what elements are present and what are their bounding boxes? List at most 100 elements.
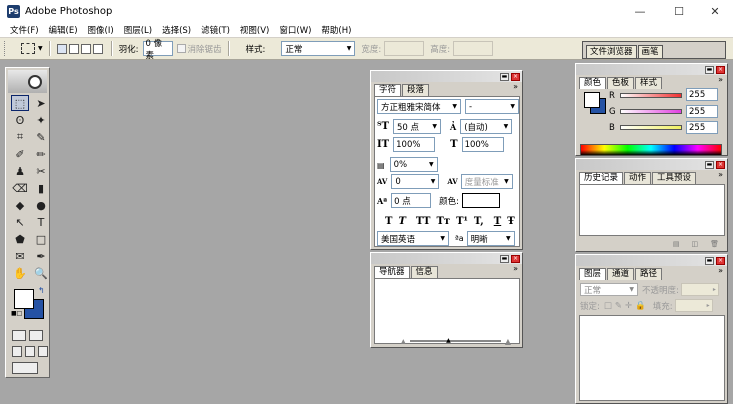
all-caps-button[interactable]: TT [416, 216, 431, 227]
channel-b-input[interactable]: 255 [686, 121, 718, 134]
color-ramp[interactable] [580, 144, 722, 156]
foreground-color-swatch[interactable] [584, 92, 600, 108]
maximize-button[interactable]: ☐ [661, 0, 697, 22]
vertical-scale-input[interactable]: 100% [393, 137, 436, 152]
options-grip[interactable] [4, 41, 7, 56]
blur-tool-icon[interactable]: ◆ [11, 197, 29, 213]
standard-screen-icon[interactable] [12, 346, 22, 357]
minimize-palette-icon[interactable]: ▬ [705, 160, 714, 169]
text-color-swatch[interactable] [461, 193, 500, 208]
underline-button[interactable]: T [494, 216, 501, 227]
dodge-tool-icon[interactable]: ● [32, 197, 50, 213]
tab-info[interactable]: 信息 [410, 266, 438, 278]
small-caps-button[interactable]: Tт [436, 216, 450, 227]
tab-layers[interactable]: 图层 [579, 268, 607, 280]
close-palette-icon[interactable]: × [511, 72, 520, 81]
path-selection-tool-icon[interactable]: ↖ [11, 214, 29, 230]
toolbox-header[interactable] [8, 70, 47, 93]
channel-r-input[interactable]: 255 [686, 88, 718, 101]
brush-tool-icon[interactable]: ✏ [32, 146, 50, 162]
feather-input[interactable]: 0 像素 [142, 39, 173, 61]
palette-menu-icon[interactable]: » [513, 264, 518, 273]
marquee-tool-preset-icon[interactable] [21, 43, 35, 54]
lasso-tool-icon[interactable]: ʘ [11, 112, 29, 128]
zoom-in-icon[interactable]: ▲ [505, 337, 511, 346]
tab-navigator[interactable]: 导航器 [374, 266, 410, 278]
trash-icon[interactable]: 🗑 [710, 240, 719, 248]
new-selection-icon[interactable] [56, 43, 67, 54]
menu-filter[interactable]: 滤镜(T) [201, 24, 230, 36]
font-family-select[interactable]: 方正粗雅宋简体 ▼ [377, 99, 461, 114]
palette-menu-icon[interactable]: » [718, 75, 723, 84]
horizontal-scale-input[interactable]: 100% [461, 137, 504, 152]
full-screen-icon[interactable] [38, 346, 48, 357]
new-document-icon[interactable]: ◫ [691, 240, 698, 248]
width-input[interactable] [384, 41, 425, 56]
slice-tool-icon[interactable]: ✎ [32, 129, 50, 145]
pen-tool-icon[interactable]: ⬟ [11, 231, 29, 247]
crop-tool-icon[interactable]: ⌗ [11, 129, 29, 145]
marquee-tool-icon[interactable]: ⬚ [11, 95, 29, 111]
add-selection-icon[interactable] [68, 43, 79, 54]
menu-edit[interactable]: 编辑(E) [49, 24, 78, 36]
shape-tool-icon[interactable]: □ [32, 231, 50, 247]
move-tool-icon[interactable]: ➤ [32, 95, 50, 111]
palette-titlebar[interactable]: ▬ × [576, 64, 727, 75]
minimize-palette-icon[interactable]: ▬ [500, 72, 509, 81]
channel-b-slider[interactable] [620, 125, 682, 130]
antialias-select[interactable]: 明晰 ▼ [466, 231, 515, 246]
palette-menu-icon[interactable]: » [718, 266, 723, 275]
font-size-select[interactable]: 50 点 ▼ [393, 119, 441, 134]
menu-select[interactable]: 选择(S) [162, 24, 191, 36]
faux-bold-button[interactable]: T [385, 216, 392, 227]
menu-layer[interactable]: 图层(L) [124, 24, 152, 36]
close-palette-icon[interactable]: × [716, 160, 725, 169]
subscript-button[interactable]: T, [474, 216, 484, 227]
tab-paths[interactable]: 路径 [635, 268, 663, 280]
channel-g-slider[interactable] [620, 109, 682, 114]
tab-swatches[interactable]: 色板 [607, 77, 635, 89]
close-palette-icon[interactable]: × [716, 256, 725, 265]
full-screen-menu-icon[interactable] [25, 346, 35, 357]
menu-help[interactable]: 帮助(H) [321, 24, 351, 36]
strikethrough-button[interactable]: Ŧ [507, 216, 514, 227]
tab-character[interactable]: 字符 [374, 84, 402, 96]
intersect-selection-icon[interactable] [92, 43, 103, 54]
zoom-slider[interactable]: ▲ [409, 337, 501, 344]
magic-wand-tool-icon[interactable]: ✦ [32, 112, 50, 128]
minimize-button[interactable]: — [622, 0, 658, 22]
zoom-tool-icon[interactable]: 🔍 [32, 265, 50, 281]
clone-stamp-tool-icon[interactable]: ♟ [11, 163, 29, 179]
blend-mode-select[interactable]: 正常 ▼ [580, 283, 638, 296]
gradient-tool-icon[interactable]: ▮ [32, 180, 50, 196]
tab-brushes[interactable]: 画笔 [637, 45, 663, 58]
height-input[interactable] [453, 41, 494, 56]
palette-titlebar[interactable]: ▬ × [371, 253, 522, 264]
tab-channels[interactable]: 通道 [607, 268, 635, 280]
palette-menu-icon[interactable]: » [513, 82, 518, 91]
tab-file-browser[interactable]: 文件浏览器 [586, 45, 637, 58]
tab-tool-presets[interactable]: 工具预设 [652, 172, 697, 184]
menu-image[interactable]: 图像(I) [88, 24, 114, 36]
adobe-online-icon[interactable] [27, 74, 42, 89]
opacity-input[interactable]: ▸ [680, 283, 719, 296]
healing-brush-tool-icon[interactable]: ✐ [11, 146, 29, 162]
antialias-checkbox[interactable] [176, 44, 186, 53]
history-brush-tool-icon[interactable]: ✂ [32, 163, 50, 179]
superscript-button[interactable]: T¹ [456, 216, 468, 227]
default-colors-icon[interactable]: ■□ [11, 310, 22, 317]
kerning-select[interactable]: 0 ▼ [391, 174, 440, 189]
eyedropper-tool-icon[interactable]: ✒ [32, 248, 50, 264]
tsume-select[interactable]: 0% ▼ [389, 157, 438, 172]
subtract-selection-icon[interactable] [80, 43, 91, 54]
leading-select[interactable]: (自动) ▼ [460, 119, 513, 134]
minimize-palette-icon[interactable]: ▬ [500, 254, 509, 263]
notes-tool-icon[interactable]: ✉ [11, 248, 29, 264]
tab-actions[interactable]: 动作 [624, 172, 652, 184]
palette-menu-icon[interactable]: » [718, 170, 723, 179]
eraser-tool-icon[interactable]: ⌫ [11, 180, 29, 196]
palette-titlebar[interactable]: ▬ × [576, 255, 727, 266]
swap-colors-icon[interactable]: ↰ [38, 286, 45, 295]
minimize-palette-icon[interactable]: ▬ [705, 65, 714, 74]
zoom-slider-thumb[interactable]: ▲ [446, 337, 451, 344]
